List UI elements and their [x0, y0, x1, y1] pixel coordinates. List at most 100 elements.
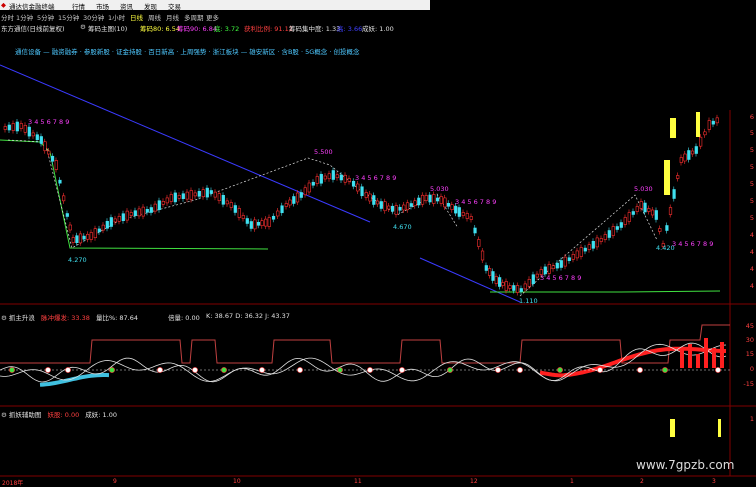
candle-up — [137, 208, 141, 217]
candle-down — [654, 210, 658, 220]
panel2-name[interactable]: 抓妖辅助图 — [9, 411, 42, 419]
candle-up — [703, 131, 707, 136]
candle-up — [465, 213, 469, 219]
candle-up — [368, 193, 372, 202]
candle-up — [315, 176, 319, 184]
candle-down — [457, 207, 461, 217]
candle-up — [402, 204, 406, 211]
candle-down — [694, 146, 698, 154]
candle-down — [555, 262, 559, 269]
date-tick: 10 — [233, 478, 241, 485]
candle-down — [149, 207, 153, 213]
candle-down — [631, 211, 635, 215]
date-tick: 1 — [570, 478, 574, 485]
date-tick: 2018年 — [2, 480, 24, 487]
price-tick: 4 — [749, 282, 754, 290]
candle-down — [311, 181, 315, 186]
candle-up — [193, 192, 197, 197]
candle-up — [101, 224, 105, 231]
candle-up — [19, 123, 23, 129]
candle-up — [587, 244, 591, 250]
candle-down — [512, 285, 516, 291]
candle-down — [109, 217, 113, 227]
candle-up — [288, 199, 292, 206]
candle-up — [515, 285, 520, 293]
pulse-signal: 脉冲爆发: 33.38 — [40, 314, 90, 322]
candle-down — [360, 186, 364, 197]
candle-up — [639, 201, 643, 209]
candle-up — [494, 276, 498, 284]
trend-line — [0, 64, 371, 223]
candle-up — [394, 205, 398, 215]
settings-icon[interactable]: ⚙ — [1, 314, 7, 322]
candle-up — [225, 200, 229, 205]
high-annotation: 5.500 — [314, 148, 333, 156]
signal-dot — [337, 367, 343, 373]
volume-bar — [712, 348, 716, 368]
volume-bar — [688, 344, 692, 368]
candle-up — [327, 173, 331, 180]
panel1-header: ⚙ 抓主升浪 脉冲爆发: 33.38 量比%: 87.64 — [1, 312, 138, 322]
signal-dot — [662, 367, 668, 373]
candle-down — [339, 174, 343, 181]
candle-up — [504, 281, 508, 291]
candle-down — [271, 215, 276, 220]
candle-down — [687, 150, 691, 160]
candle-up — [563, 256, 567, 267]
price-tick: 5 — [749, 129, 754, 137]
candle-down — [97, 228, 101, 233]
candle-down — [417, 197, 421, 206]
candle-down — [280, 205, 284, 214]
candle-down — [105, 221, 109, 229]
candle-down — [643, 202, 647, 213]
candle-down — [498, 277, 502, 287]
candle-up — [276, 210, 280, 217]
candle-down — [292, 196, 296, 204]
candle-down — [619, 222, 623, 228]
candle-up — [68, 224, 72, 231]
candle-down — [75, 235, 79, 243]
candle-up — [335, 174, 339, 179]
demon-bar — [718, 419, 721, 437]
candle-up — [383, 201, 387, 212]
candle-up — [267, 217, 271, 227]
sequence-count: 3 4 5 6 7 8 9 — [672, 240, 713, 248]
candle-up — [113, 218, 117, 223]
candle-up — [260, 220, 264, 226]
signal-dot — [157, 367, 163, 373]
double-volume: 倍量: 0.00 — [168, 314, 200, 322]
candle-up — [89, 232, 93, 240]
candle-up — [177, 195, 181, 199]
candle-up — [413, 200, 417, 207]
candle-up — [477, 239, 481, 247]
demon-value: 妖股: 0.00 — [47, 411, 80, 419]
watermark: www.7gpzb.com — [636, 458, 735, 472]
candle-down — [82, 235, 86, 240]
candle-up — [47, 150, 51, 155]
price-tick: 5 — [749, 214, 754, 222]
candle-up — [295, 192, 300, 203]
candle-up — [551, 265, 555, 270]
candle-up — [480, 250, 485, 261]
candle-up — [78, 233, 83, 244]
panel1-name[interactable]: 抓主升浪 — [9, 314, 35, 322]
candle-up — [347, 178, 351, 182]
price-tick: 4 — [749, 231, 754, 239]
candle-up — [169, 194, 173, 202]
settings-icon[interactable]: ⚙ — [1, 411, 7, 419]
signal-dot — [297, 367, 303, 373]
candle-up — [356, 183, 360, 192]
candle-up — [117, 216, 121, 222]
candle-up — [86, 234, 90, 240]
candle-up — [284, 203, 288, 207]
candle-down — [39, 136, 43, 144]
candle-down — [409, 203, 413, 207]
candle-down — [484, 265, 488, 271]
price-tick: 5 — [749, 146, 754, 154]
candle-down — [319, 173, 323, 184]
candle-up — [623, 217, 627, 225]
candle-up — [699, 136, 703, 147]
candle-up — [676, 175, 680, 179]
low-annotation: 4.670 — [393, 223, 412, 231]
date-tick: 9 — [113, 478, 117, 485]
